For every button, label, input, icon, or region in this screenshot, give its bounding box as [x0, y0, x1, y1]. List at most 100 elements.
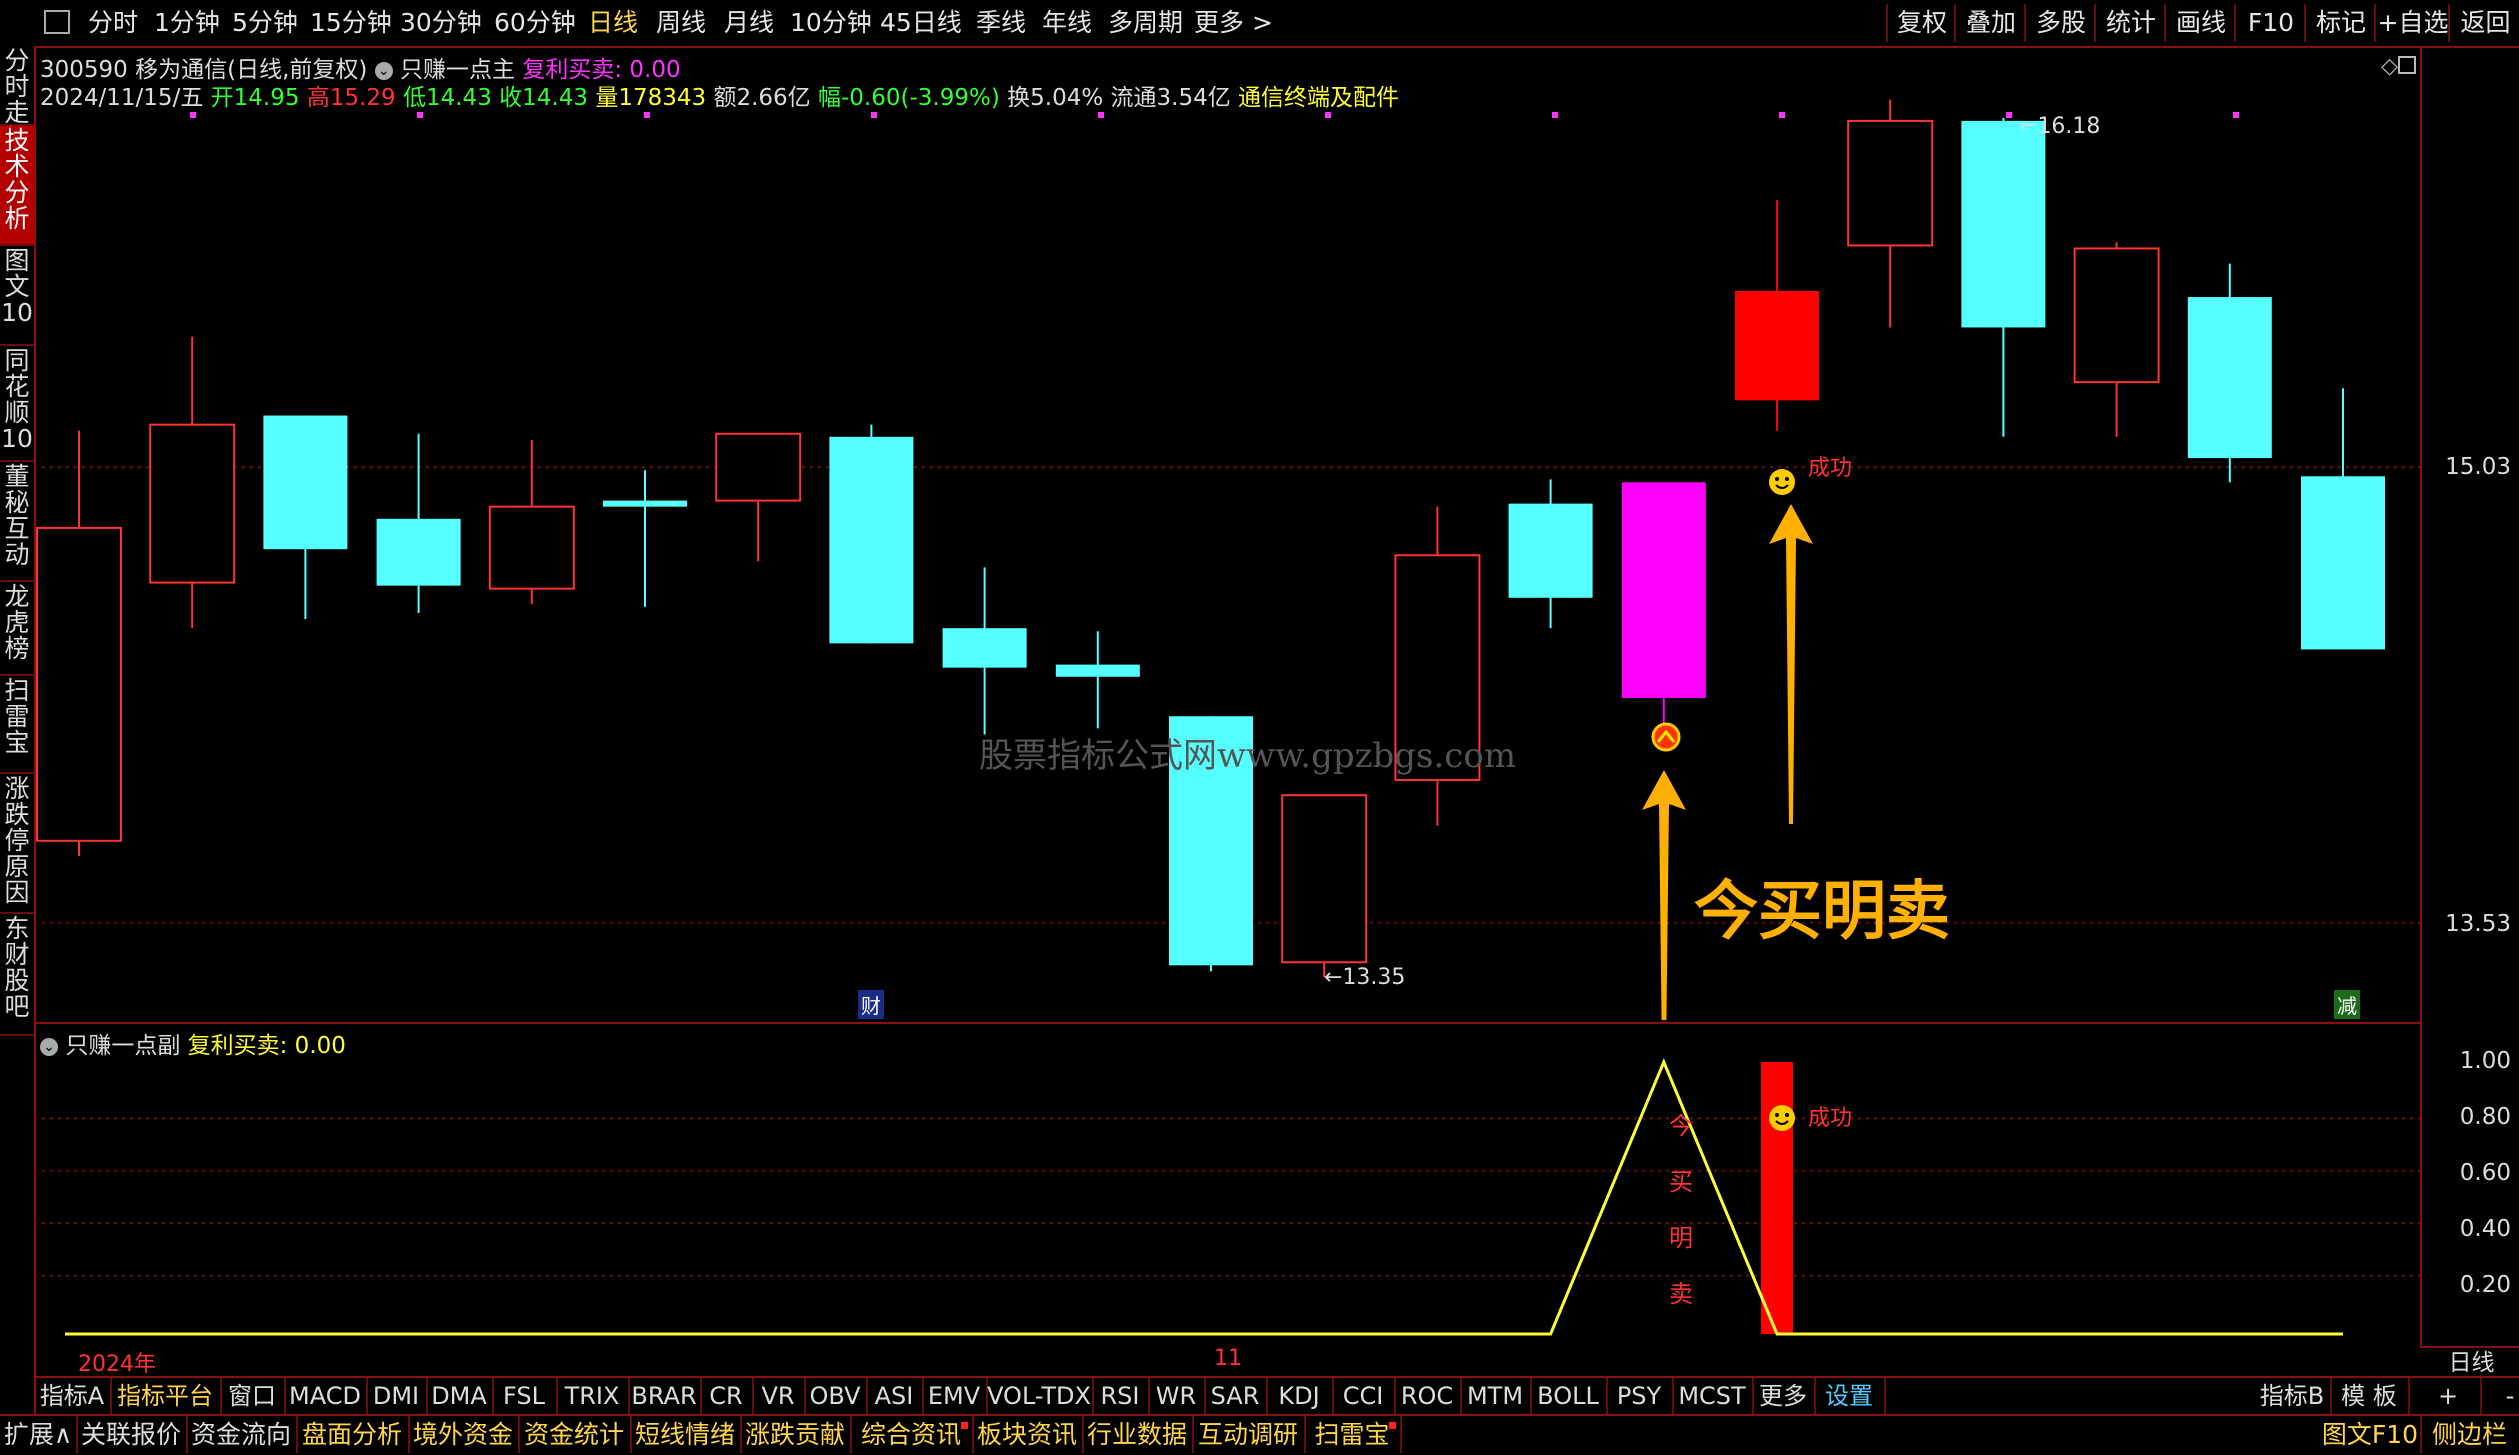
indicator-tab[interactable]: DMA: [426, 1378, 494, 1414]
bottom-tab[interactable]: 资金流向: [186, 1416, 298, 1453]
bottom-tab[interactable]: 关联报价: [76, 1416, 188, 1453]
toolbar-button[interactable]: 返回: [2448, 4, 2519, 42]
bottom-tab[interactable]: 扫雷宝: [1304, 1416, 1402, 1453]
period-button[interactable]: 多周期: [1108, 6, 1183, 40]
candle[interactable]: [1055, 631, 1140, 729]
indicator-tab-right[interactable]: +: [2416, 1378, 2482, 1414]
candle[interactable]: [1394, 506, 1481, 826]
bottom-tab[interactable]: 板块资讯: [972, 1416, 1084, 1453]
period-button[interactable]: 45日线: [880, 6, 962, 40]
candle[interactable]: [263, 415, 348, 620]
indicator-tab[interactable]: 指标A: [34, 1378, 112, 1414]
sidebar-item[interactable]: 同花顺10: [0, 346, 34, 462]
main-chart[interactable]: 300590 移为通信(日线,前复权) ⌄ 只赚一点主 复利买卖: 0.00 2…: [34, 48, 2420, 1020]
event-marker-jian[interactable]: 减: [2334, 990, 2360, 1019]
indicator-tab[interactable]: 窗口: [220, 1378, 286, 1414]
indicator-tab[interactable]: WR: [1148, 1378, 1206, 1414]
sidebar-item[interactable]: 分时走势: [0, 46, 34, 152]
indicator-tab-right[interactable]: 模 板: [2330, 1378, 2410, 1414]
indicator-tab[interactable]: BRAR: [628, 1378, 702, 1414]
indicator-tab[interactable]: BOLL: [1530, 1378, 1608, 1414]
event-marker-cai[interactable]: 财: [858, 990, 884, 1019]
candle[interactable]: [715, 432, 802, 562]
period-button[interactable]: 周线: [656, 6, 706, 40]
bottom-tab[interactable]: 综合资讯: [850, 1416, 974, 1453]
toolbar-button[interactable]: 复权: [1886, 4, 1956, 42]
indicator-tab[interactable]: FSL: [492, 1378, 558, 1414]
period-button[interactable]: 30分钟: [400, 6, 482, 40]
candle[interactable]: [2073, 242, 2160, 437]
period-button[interactable]: 日线: [588, 6, 638, 40]
candle[interactable]: [2301, 388, 2385, 650]
candle[interactable]: [1281, 794, 1368, 978]
sidebar-item[interactable]: 龙虎榜: [0, 582, 34, 676]
candle[interactable]: [1961, 117, 2046, 437]
bottom-tab[interactable]: 互动调研: [1192, 1416, 1306, 1453]
indicator-tab[interactable]: RSI: [1092, 1378, 1150, 1414]
indicator-tab[interactable]: OBV: [804, 1378, 868, 1414]
period-button[interactable]: 月线: [724, 6, 774, 40]
candle[interactable]: [942, 567, 1027, 735]
indicator-tab[interactable]: EMV: [922, 1378, 988, 1414]
indicator-tab[interactable]: CR: [700, 1378, 754, 1414]
indicator-tab[interactable]: ASI: [866, 1378, 924, 1414]
indicator-tab[interactable]: VOL-TDX: [986, 1378, 1094, 1414]
period-button[interactable]: 15分钟: [310, 6, 392, 40]
bottom-tab[interactable]: 短线情绪: [630, 1416, 742, 1453]
sidebar-item[interactable]: 董秘互动: [0, 462, 34, 582]
bottom-tab[interactable]: 涨跌贡献: [740, 1416, 852, 1453]
toolbar-button[interactable]: 叠加: [1954, 4, 2026, 42]
indicator-tab[interactable]: 指标平台: [110, 1378, 222, 1414]
candle[interactable]: [603, 470, 687, 607]
bottom-tab-right[interactable]: 图文F10: [2320, 1416, 2422, 1453]
indicator-tab[interactable]: PSY: [1606, 1378, 1674, 1414]
period-button[interactable]: 10分钟: [790, 6, 872, 40]
indicator-tab-right[interactable]: 指标B: [2254, 1378, 2332, 1414]
candle[interactable]: [36, 430, 122, 856]
bottom-tab[interactable]: 盘面分析: [296, 1416, 410, 1453]
period-button[interactable]: 分时: [88, 6, 138, 40]
toolbar-button[interactable]: 多股: [2024, 4, 2096, 42]
candle[interactable]: [2187, 263, 2272, 483]
toolbar-button[interactable]: 画线: [2164, 4, 2236, 42]
candle[interactable]: [376, 433, 461, 613]
candle[interactable]: [149, 336, 236, 629]
indicator-tab-right[interactable]: -: [2480, 1378, 2519, 1414]
sidebar-item[interactable]: 东财股吧: [0, 914, 34, 1036]
indicator-tab[interactable]: SAR: [1204, 1378, 1268, 1414]
toolbar-button[interactable]: 标记: [2304, 4, 2376, 42]
bottom-tab[interactable]: 资金统计: [518, 1416, 632, 1453]
bottom-tab[interactable]: 扩展∧: [0, 1416, 78, 1453]
toolbar-button[interactable]: 统计: [2094, 4, 2166, 42]
bottom-tab[interactable]: 行业数据: [1082, 1416, 1194, 1453]
indicator-tab[interactable]: CCI: [1332, 1378, 1396, 1414]
indicator-tab[interactable]: KDJ: [1266, 1378, 1334, 1414]
indicator-tab[interactable]: VR: [752, 1378, 806, 1414]
bottom-tab-right[interactable]: 侧边栏: [2420, 1416, 2519, 1453]
candle[interactable]: [1735, 199, 1819, 431]
indicator-tab[interactable]: MTM: [1460, 1378, 1532, 1414]
period-button[interactable]: 季线: [976, 6, 1026, 40]
sidebar-item[interactable]: 涨跌停原因: [0, 774, 34, 914]
indicator-tab[interactable]: MCST: [1672, 1378, 1754, 1414]
period-button[interactable]: 年线: [1042, 6, 1092, 40]
toolbar-button[interactable]: +自选: [2374, 4, 2450, 42]
sidebar-item[interactable]: 扫雷宝: [0, 676, 34, 774]
bottom-tab[interactable]: 境外资金: [408, 1416, 520, 1453]
candle[interactable]: [1508, 479, 1593, 629]
candle[interactable]: [1621, 482, 1706, 744]
indicator-tab[interactable]: MACD: [284, 1378, 368, 1414]
indicator-tab[interactable]: TRIX: [556, 1378, 630, 1414]
period-button[interactable]: 更多 >: [1194, 6, 1273, 40]
candle[interactable]: [829, 424, 914, 644]
sidebar-item[interactable]: 图文10: [0, 246, 34, 346]
period-button[interactable]: 1分钟: [154, 6, 220, 40]
window-icon[interactable]: [44, 10, 70, 34]
indicator-tab[interactable]: DMI: [366, 1378, 428, 1414]
toolbar-button[interactable]: F10: [2234, 4, 2306, 42]
indicator-tab[interactable]: 设置: [1814, 1378, 1886, 1414]
candle[interactable]: [488, 439, 575, 604]
sidebar-item[interactable]: 技术分析: [0, 126, 34, 246]
candle[interactable]: [1847, 99, 1934, 328]
indicator-tab[interactable]: ROC: [1394, 1378, 1462, 1414]
